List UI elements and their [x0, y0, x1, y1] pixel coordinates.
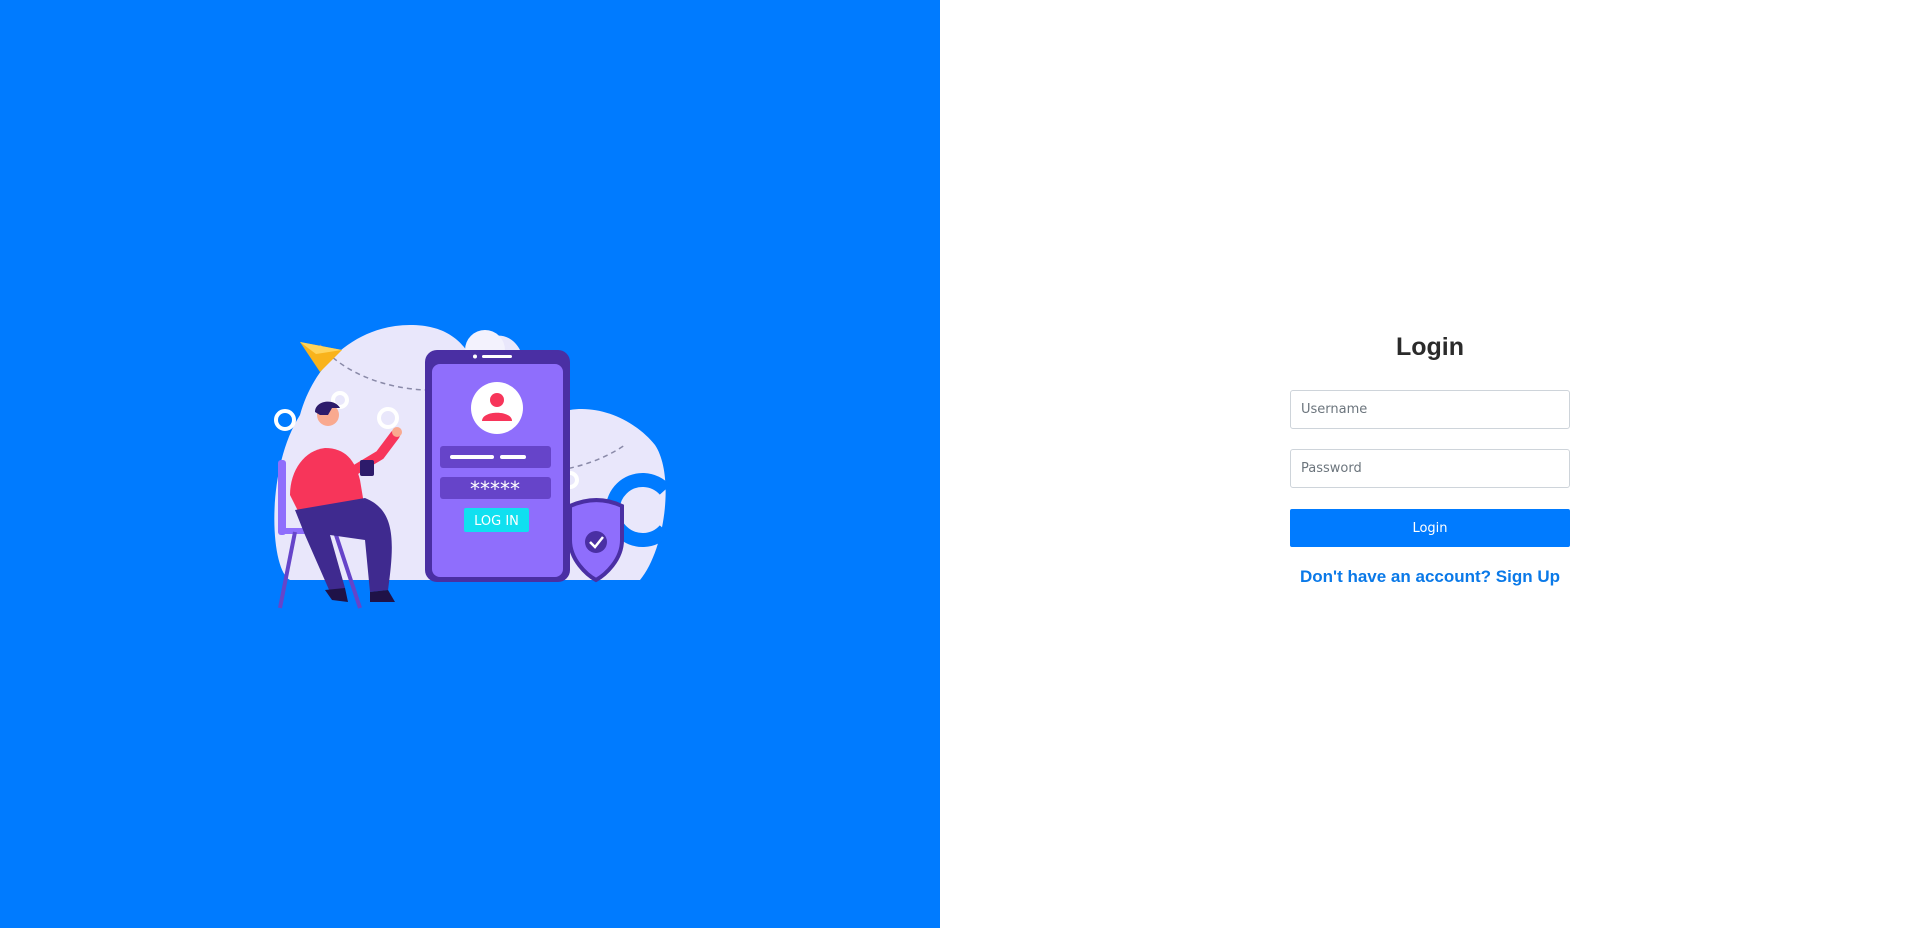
mock-login-label: LOG IN: [474, 514, 519, 529]
phone-speaker: [482, 355, 512, 358]
chair-back: [278, 460, 286, 535]
login-page: ***** LOG IN Login Username Login Don't …: [0, 0, 1920, 928]
login-button[interactable]: Login: [1290, 509, 1570, 547]
page-title: Login: [1395, 333, 1465, 361]
mock-field-line: [450, 455, 494, 459]
username-input[interactable]: [1290, 390, 1570, 429]
mock-field-line: [500, 455, 526, 459]
person-phone: [360, 460, 374, 476]
password-input[interactable]: [1290, 449, 1570, 488]
person-hand: [392, 427, 402, 437]
signup-link[interactable]: Don't have an account? Sign Up: [1300, 567, 1560, 587]
person-shoe: [325, 588, 348, 602]
ring-decoration: [274, 409, 296, 431]
login-illustration: ***** LOG IN: [274, 325, 670, 609]
mock-password-mask: *****: [470, 477, 520, 501]
avatar-circle: [471, 382, 523, 434]
login-panel: Login Login Don't have an account? Sign …: [940, 0, 1920, 928]
check-circle: [585, 531, 607, 553]
user-icon: [490, 393, 504, 407]
login-form: Login Login Don't have an account? Sign …: [1290, 330, 1570, 587]
phone-camera: [473, 354, 477, 359]
hero-panel: ***** LOG IN: [0, 0, 940, 928]
person-shoe: [370, 590, 395, 602]
